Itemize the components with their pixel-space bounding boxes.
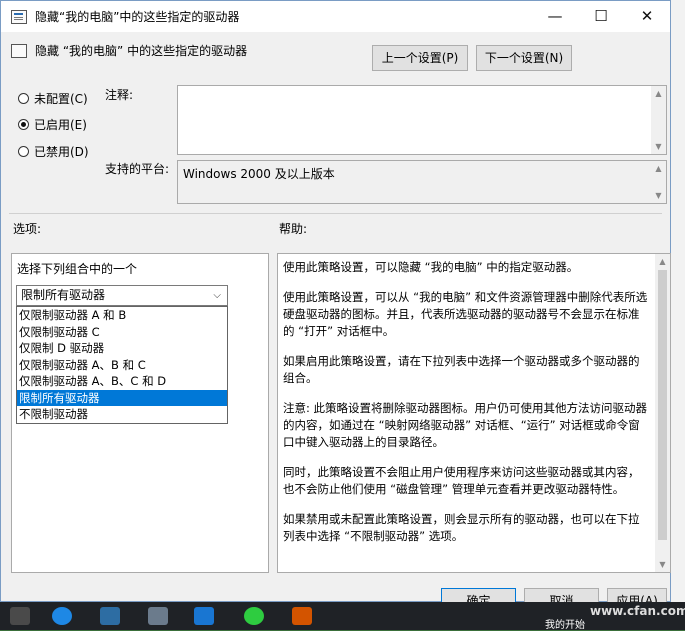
radio-not-configured-circle[interactable] [18, 93, 29, 104]
watermark: www.cfan.com.cn [590, 604, 685, 618]
desktop-right-window-edge [670, 0, 685, 630]
help-paragraph: 使用此策略设置，可以隐藏 “我的电脑” 中的指定驱动器。 [283, 260, 579, 274]
policy-dialog: 隐藏“我的电脑”中的这些指定的驱动器 — ☐ ✕ 隐藏 “我的电脑” 中的这些指… [0, 0, 671, 614]
comment-label: 注释: [105, 88, 134, 102]
platform-label: 支持的平台: [105, 162, 170, 176]
help-paragraph: 如果启用此策略设置，请在下拉列表中选择一个驱动器或多个驱动器的组合。 [283, 354, 640, 385]
start-text: 我的开始 [545, 620, 585, 631]
radio-disabled-label: 已禁用(D) [34, 145, 89, 159]
scroll-down-icon[interactable]: ▼ [651, 139, 666, 154]
radio-enabled-circle[interactable] [18, 119, 29, 130]
scroll-down-icon[interactable]: ▼ [655, 557, 670, 572]
platform-field: Windows 2000 及以上版本 ▲ ▼ [177, 160, 667, 204]
comment-textarea[interactable]: ▲ ▼ [177, 85, 667, 155]
dropdown-option[interactable]: 不限制驱动器 [17, 406, 227, 423]
edit-icon[interactable] [194, 607, 214, 625]
chevron-down-icon[interactable]: ⌵ [213, 286, 221, 305]
drive-restriction-select[interactable]: 限制所有驱动器 ⌵ [16, 285, 228, 306]
maximize-button[interactable]: ☐ [578, 1, 624, 32]
select-value: 限制所有驱动器 [21, 288, 106, 302]
drive-restriction-dropdown: 仅限制驱动器 A 和 B 仅限制驱动器 C 仅限制 D 驱动器 仅限制驱动器 A… [16, 306, 228, 424]
previous-setting-button[interactable]: 上一个设置(P) [372, 45, 468, 71]
radio-disabled[interactable]: 已禁用(D) [18, 143, 89, 160]
minimize-button[interactable]: — [532, 1, 578, 32]
scroll-up-icon[interactable]: ▲ [655, 254, 670, 269]
scroll-down-icon[interactable]: ▼ [651, 188, 666, 203]
dropdown-option-highlighted[interactable]: 限制所有驱动器 [17, 389, 227, 406]
dropdown-option[interactable]: 仅限制 D 驱动器 [17, 340, 227, 357]
policy-name: 隐藏 “我的电脑” 中的这些指定的驱动器 [35, 44, 248, 58]
close-button[interactable]: ✕ [624, 1, 670, 32]
browser-icon[interactable] [52, 607, 72, 625]
section-divider [9, 213, 662, 214]
dropdown-option[interactable]: 仅限制驱动器 A、B 和 C [17, 357, 227, 374]
options-label: 选项: [13, 222, 42, 236]
next-setting-button[interactable]: 下一个设置(N) [476, 45, 572, 71]
platform-scrollbar[interactable]: ▲ ▼ [651, 161, 666, 203]
explorer-icon[interactable] [100, 607, 120, 625]
title-bar: 隐藏“我的电脑”中的这些指定的驱动器 — ☐ ✕ [1, 1, 670, 32]
platform-value: Windows 2000 及以上版本 [183, 167, 335, 181]
help-paragraph: 如果禁用或未配置此策略设置，则会显示所有的驱动器，也可以在下拉列表中选择 “不限… [283, 512, 640, 543]
help-scroll-thumb[interactable] [658, 270, 667, 540]
help-label: 帮助: [279, 222, 308, 236]
help-paragraph: 使用此策略设置，可以从 “我的电脑” 和文件资源管理器中删除代表所选硬盘驱动器的… [283, 290, 648, 338]
policy-setting-icon [11, 44, 27, 58]
window-title: 隐藏“我的电脑”中的这些指定的驱动器 [35, 10, 240, 24]
options-prompt: 选择下列组合中的一个 [17, 262, 138, 276]
dropdown-option[interactable]: 仅限制驱动器 A 和 B [17, 307, 227, 324]
app-icon[interactable] [292, 607, 312, 625]
dropdown-option[interactable]: 仅限制驱动器 C [17, 324, 227, 341]
dropdown-option[interactable]: 仅限制驱动器 A、B、C 和 D [17, 373, 227, 390]
comment-scrollbar[interactable]: ▲ ▼ [651, 86, 666, 154]
radio-not-configured[interactable]: 未配置(C) [18, 90, 88, 107]
scroll-up-icon[interactable]: ▲ [651, 161, 666, 176]
radio-enabled[interactable]: 已启用(E) [18, 116, 87, 133]
help-scrollbar[interactable]: ▲ ▼ [655, 254, 670, 572]
taskbar: 我的开始 www.cfan.com.cn [0, 602, 685, 631]
help-panel: 使用此策略设置，可以隐藏 “我的电脑” 中的指定驱动器。 使用此策略设置，可以从… [277, 253, 671, 573]
photos-icon[interactable] [148, 607, 168, 625]
radio-not-configured-label: 未配置(C) [34, 92, 88, 106]
radio-enabled-label: 已启用(E) [34, 118, 87, 132]
help-paragraph: 同时，此策略设置不会阻止用户使用程序来访问这些驱动器或其内容，也不会防止他们使用… [283, 465, 640, 496]
radio-disabled-circle[interactable] [18, 146, 29, 157]
policy-icon [11, 9, 27, 24]
wechat-icon[interactable] [244, 607, 264, 625]
scroll-up-icon[interactable]: ▲ [651, 86, 666, 101]
search-icon[interactable] [10, 607, 30, 625]
help-paragraph: 注意: 此策略设置将删除驱动器图标。用户仍可使用其他方法访问驱动器的内容，如通过… [283, 401, 648, 449]
